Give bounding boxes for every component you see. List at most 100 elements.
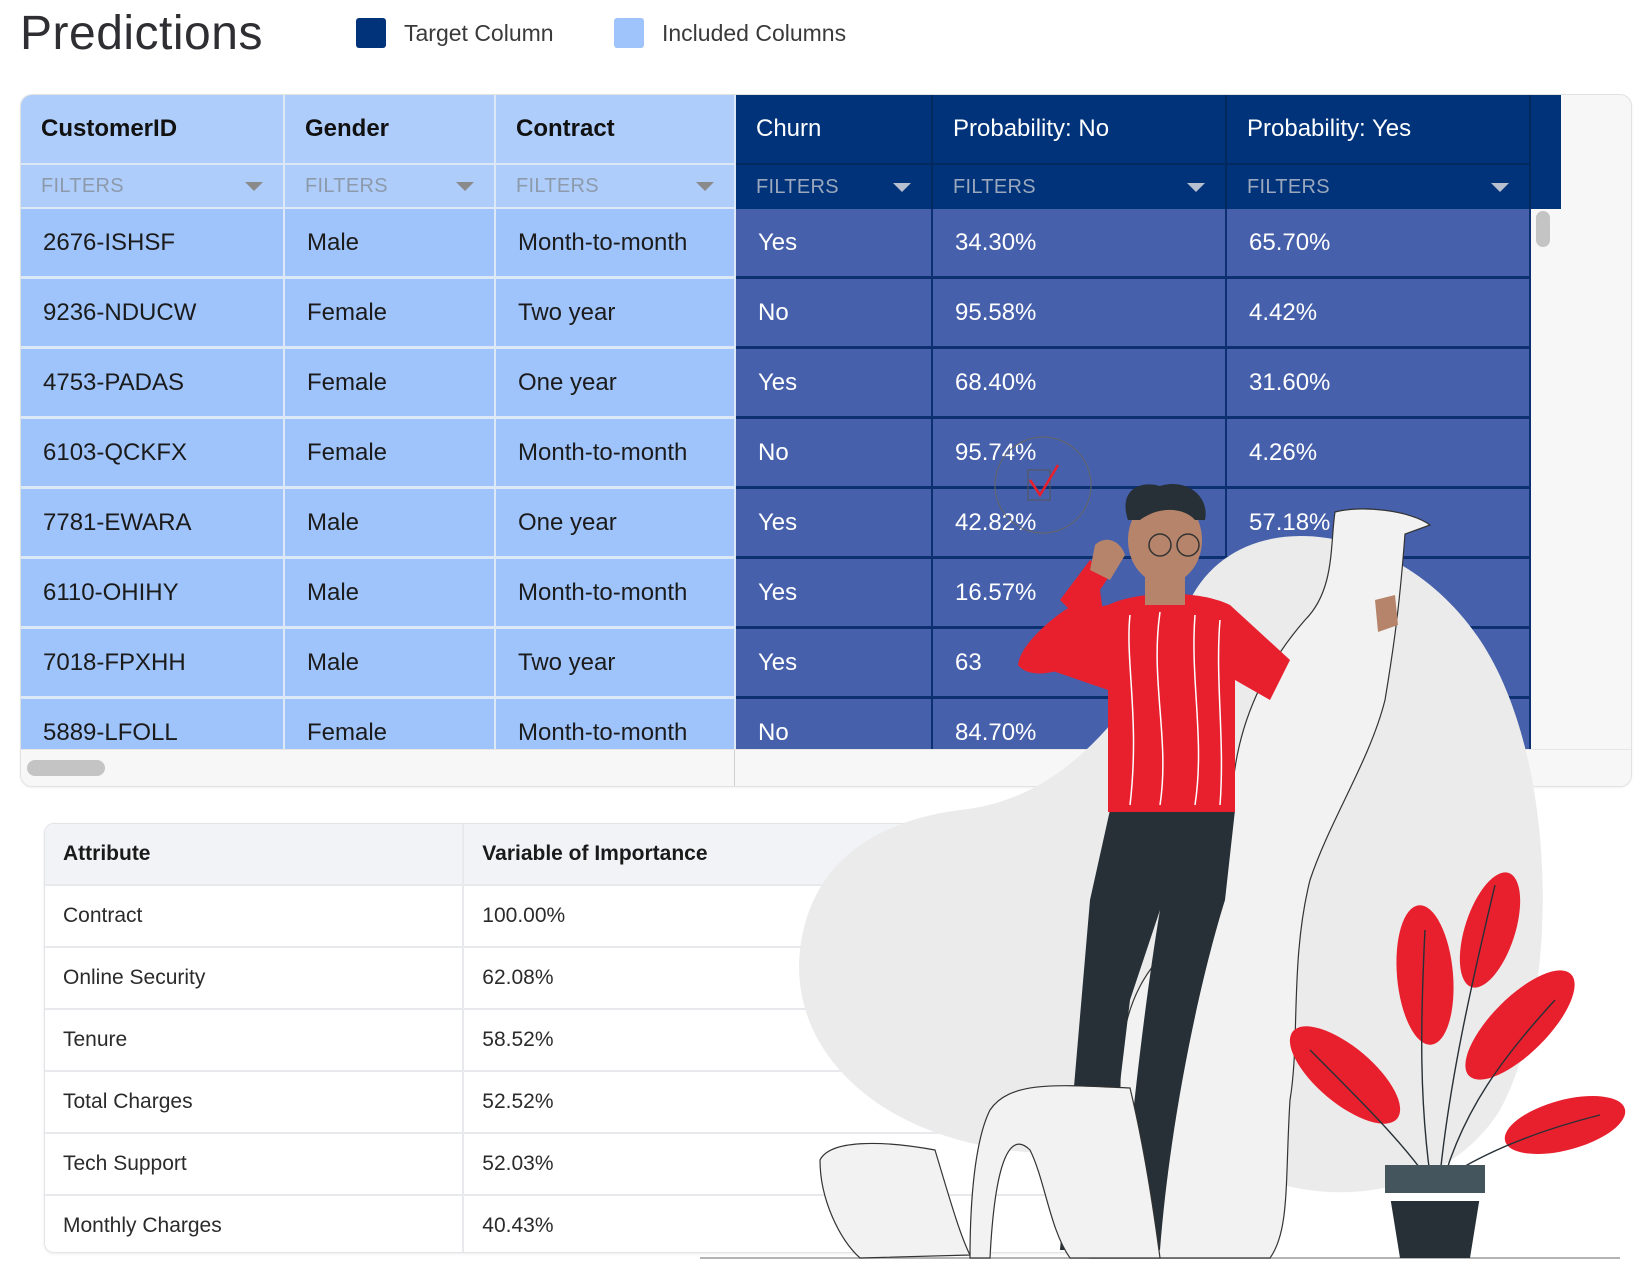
table-row[interactable]: 2676-ISHSF Male Month-to-month Yes 34.30% 65.… (21, 209, 1531, 279)
vertical-scrollbar-thumb[interactable] (1536, 211, 1550, 247)
plant-pot-band (1388, 1193, 1482, 1201)
importance-row: Tech Support 52.03% (45, 1134, 1223, 1196)
cell-probability-yes[interactable]: 57.18% (1227, 489, 1531, 559)
caret-down-icon[interactable] (893, 182, 911, 192)
caret-down-icon[interactable] (696, 181, 714, 191)
cell-probability-no[interactable]: 16.57% (933, 559, 1227, 629)
cell-customer-id[interactable]: 4753-PADAS (21, 349, 285, 419)
cell-churn[interactable]: No (736, 279, 933, 349)
column-header-customerid[interactable]: CustomerID (21, 95, 285, 163)
importance-row: Online Security 62.08% (45, 948, 1223, 1010)
predictions-grid: CustomerID Gender Contract Churn Probabi… (20, 94, 1632, 787)
attribute-name: Contract (45, 886, 465, 946)
cell-contract[interactable]: Two year (496, 629, 736, 699)
caret-down-icon[interactable] (245, 181, 263, 191)
table-row[interactable]: 7781-EWARA Male One year Yes 42.82% 57.18% (21, 489, 1531, 559)
importance-value: 58.52% (482, 1028, 554, 1051)
cell-churn[interactable]: Yes (736, 489, 933, 559)
filter-label: FILTERS (953, 175, 1036, 198)
filter-label: FILTERS (305, 174, 388, 197)
cell-customer-id[interactable]: 2676-ISHSF (21, 209, 285, 279)
cell-contract[interactable]: Month-to-month (496, 419, 736, 489)
header-attribute[interactable]: Attribute (45, 824, 465, 884)
cell-customer-id[interactable]: 7781-EWARA (21, 489, 285, 559)
table-row[interactable]: 7018-FPXHH Male Two year Yes 63 (21, 629, 1531, 699)
column-header-contract[interactable]: Contract (496, 95, 736, 163)
plant-pot (1385, 1165, 1485, 1258)
scroll-divider (734, 750, 735, 786)
cell-churn[interactable]: Yes (736, 629, 933, 699)
legend-target-column: Target Column (356, 18, 554, 48)
importance-row: Contract 100.00% (45, 886, 1223, 948)
cell-probability-no[interactable]: 34.30% (933, 209, 1227, 279)
cell-probability-no[interactable]: 68.40% (933, 349, 1227, 419)
filter-dropdown-customerid[interactable]: FILTERS (21, 163, 285, 209)
cell-churn[interactable]: Yes (736, 559, 933, 629)
filter-label: FILTERS (1247, 175, 1330, 198)
cell-probability-no[interactable]: 95.74% (933, 419, 1227, 489)
importance-value: 100.00% (482, 904, 566, 927)
importance-row: Total Charges 52.52% (45, 1072, 1223, 1134)
cell-contract[interactable]: Month-to-month (496, 209, 736, 279)
cell-customer-id[interactable]: 9236-NDUCW (21, 279, 285, 349)
cell-contract[interactable]: One year (496, 489, 736, 559)
cell-customer-id[interactable]: 6103-QCKFX (21, 419, 285, 489)
cell-probability-no[interactable]: 42.82% (933, 489, 1227, 559)
header-variable-of-importance[interactable]: Variable of Importance (464, 824, 1223, 884)
header-row: CustomerID Gender Contract Churn Probabi… (21, 95, 1561, 163)
attribute-name: Online Security (45, 948, 465, 1008)
cell-churn[interactable]: Yes (736, 209, 933, 279)
filter-dropdown-contract[interactable]: FILTERS (496, 163, 736, 209)
horizontal-scrollbar[interactable] (21, 749, 1631, 786)
cell-probability-no[interactable]: 63 (933, 629, 1227, 699)
cell-contract[interactable]: One year (496, 349, 736, 419)
cell-gender[interactable]: Female (285, 349, 496, 419)
importance-value: 40.43% (482, 1214, 554, 1237)
cell-probability-no[interactable]: 95.58% (933, 279, 1227, 349)
table-row[interactable]: 9236-NDUCW Female Two year No 95.58% 4.42% (21, 279, 1531, 349)
cell-gender[interactable]: Male (285, 209, 496, 279)
table-row[interactable]: 6103-QCKFX Female Month-to-month No 95.74% 4.… (21, 419, 1531, 489)
cell-contract[interactable]: Month-to-month (496, 559, 736, 629)
filter-label: FILTERS (516, 174, 599, 197)
column-header-gender[interactable]: Gender (285, 95, 496, 163)
importance-value: 52.52% (482, 1090, 554, 1113)
caret-down-icon[interactable] (456, 181, 474, 191)
horizontal-scrollbar-thumb[interactable] (27, 760, 105, 776)
cell-probability-yes[interactable]: 4.42% (1227, 279, 1531, 349)
cell-probability-yes[interactable] (1227, 559, 1531, 629)
cell-customer-id[interactable]: 6110-OHIHY (21, 559, 285, 629)
cell-probability-yes[interactable]: 31.60% (1227, 349, 1531, 419)
column-header-churn[interactable]: Churn (736, 95, 933, 163)
importance-value: 52.03% (482, 1152, 554, 1175)
filter-dropdown-churn[interactable]: FILTERS (736, 163, 933, 209)
table-row[interactable]: 6110-OHIHY Male Month-to-month Yes 16.57% (21, 559, 1531, 629)
importance-header-row: Attribute Variable of Importance (45, 824, 1223, 886)
caret-down-icon[interactable] (1187, 182, 1205, 192)
cell-gender[interactable]: Male (285, 629, 496, 699)
cell-probability-yes[interactable]: 4.26% (1227, 419, 1531, 489)
attribute-name: Monthly Charges (45, 1196, 465, 1252)
cell-contract[interactable]: Two year (496, 279, 736, 349)
column-header-probability-no[interactable]: Probability: No (933, 95, 1227, 163)
grid-body: 2676-ISHSF Male Month-to-month Yes 34.30% 65.… (21, 209, 1531, 769)
cell-churn[interactable]: No (736, 419, 933, 489)
cell-probability-yes[interactable]: 65.70% (1227, 209, 1531, 279)
filter-dropdown-probability-no[interactable]: FILTERS (933, 163, 1227, 209)
cell-probability-yes[interactable] (1227, 629, 1531, 699)
caret-down-icon[interactable] (1491, 182, 1509, 192)
filter-dropdown-probability-yes[interactable]: FILTERS (1227, 163, 1531, 209)
cell-churn[interactable]: Yes (736, 349, 933, 419)
plant-stems (1309, 884, 1601, 1176)
filter-dropdown-gender[interactable]: FILTERS (285, 163, 496, 209)
vertical-scrollbar-track[interactable] (1531, 209, 1631, 786)
cell-gender[interactable]: Female (285, 279, 496, 349)
cell-gender[interactable]: Female (285, 419, 496, 489)
table-row[interactable]: 4753-PADAS Female One year Yes 68.40% 31.60% (21, 349, 1531, 419)
cell-customer-id[interactable]: 7018-FPXHH (21, 629, 285, 699)
cell-gender[interactable]: Male (285, 489, 496, 559)
plant-pot-rim (1385, 1165, 1485, 1193)
cell-gender[interactable]: Male (285, 559, 496, 629)
column-header-probability-yes[interactable]: Probability: Yes (1227, 95, 1531, 163)
attribute-name: Tech Support (45, 1134, 465, 1194)
